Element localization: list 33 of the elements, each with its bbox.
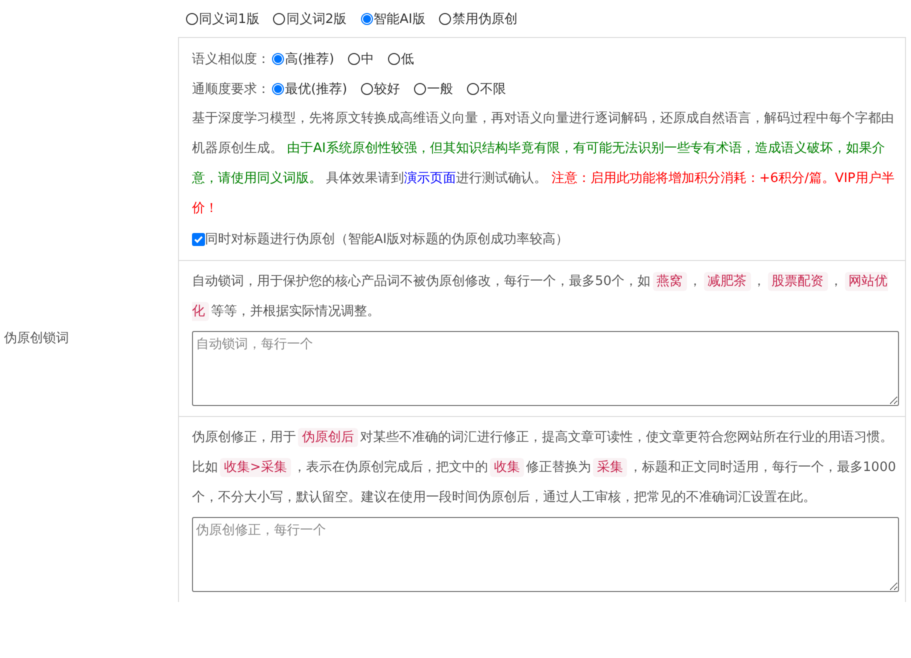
radio-icon[interactable] — [272, 83, 284, 95]
radio-icon[interactable] — [361, 83, 374, 95]
radio-icon[interactable] — [414, 83, 426, 95]
radio-icon[interactable] — [439, 12, 452, 24]
description-text: 自动锁词，用于保护您的核心产品词不被伪原创修改，每行一个，最多50个，如 燕窝 ， 减肥茶 ， 股票配资 ， 网站优化 等等，并根据实际情况调整。 — [192, 271, 889, 323]
field-label: 通顺度要求： — [192, 81, 270, 98]
radio-icon[interactable] — [186, 12, 198, 24]
field-label: 伪原创锁词 — [4, 330, 69, 347]
radio-icon[interactable] — [360, 12, 373, 24]
checkbox-icon[interactable] — [192, 232, 205, 246]
correction-field[interactable]: 伪原创修正，每行一个 — [192, 517, 899, 592]
radio-icon[interactable] — [272, 53, 284, 65]
radio-icon[interactable] — [467, 83, 480, 95]
field-label: 语义相似度： — [192, 51, 270, 68]
radio-option[interactable]: 禁用伪原创 — [439, 10, 518, 28]
lock-words-field[interactable]: 自动锁词，每行一个 — [192, 331, 899, 406]
radio-icon[interactable] — [388, 53, 400, 65]
radio-icon[interactable] — [348, 53, 360, 65]
description-text: 伪原创修正，用于 伪原创后 对某些不准确的词汇进行修正，提高文章可读性，使文章更符合您网站所在行业的用语习惯。比如 收集>采集 ，表示在伪原创完成后，把文中的 收集 修正替换为 采集 ，标题和正文同时适用，每行一个，最多1000个，不分大小写，默认留空。建议在使用一段时间伪原创后，通过人工审核，把常见的不准确词汇设置在此。 — [192, 427, 897, 507]
radio-option[interactable]: 最优(推荐) — [272, 80, 348, 98]
radio-option[interactable]: 智能AI版 — [360, 10, 426, 28]
radio-icon[interactable] — [273, 12, 286, 24]
radio-option[interactable]: 较好 — [361, 80, 400, 98]
radio-option[interactable]: 低 — [388, 50, 414, 68]
radio-option[interactable]: 中 — [348, 50, 374, 68]
radio-option[interactable]: 不限 — [467, 80, 506, 98]
radio-option[interactable]: 高(推荐) — [272, 50, 334, 68]
radio-option[interactable]: 一般 — [414, 80, 454, 98]
radio-option[interactable]: 同义词2版 — [273, 10, 347, 28]
demo-page-link[interactable]: 演示页面 — [404, 171, 456, 186]
radio-option[interactable]: 同义词1版 — [186, 10, 260, 28]
title-checkbox[interactable]: 同时对标题进行伪原创（智能AI版对标题的伪原创成功率较高） — [192, 224, 899, 254]
description-text: 基于深度学习模型，先将原文转换成高维语义向量，再对语义向量进行逐词解码，还原成自然语言，解码过程中每个字都由机器原创生成。 由于AI系统原创性较强，但其知识结构毕竟有限，有可能无法识别一些专有术语，造成语义破坏，如果介意，请使用同义词版。 具体效果请到演示页面进行测试确认。 注意：启用此功能将增加积分消耗：+6积分/篇。VIP用户半价！ — [192, 110, 896, 218]
